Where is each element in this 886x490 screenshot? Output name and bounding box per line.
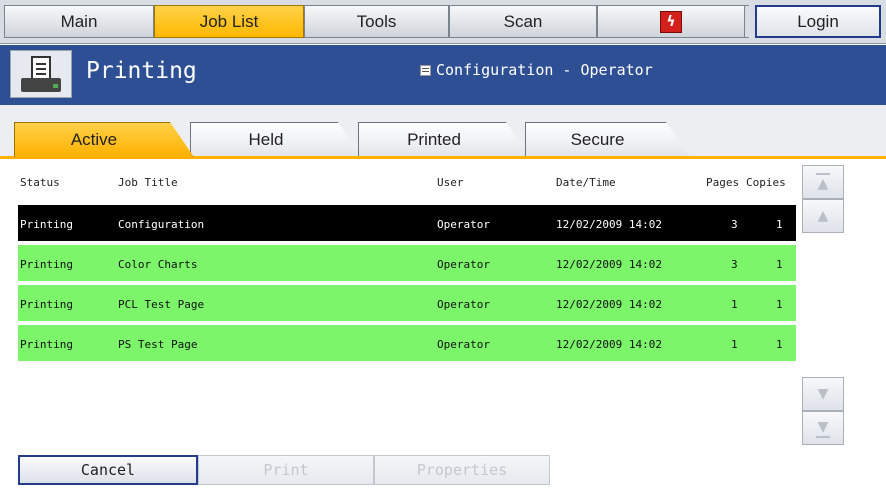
cell-date-time: 12/02/2009 14:02 — [556, 338, 662, 351]
printer-icon — [10, 50, 72, 98]
nav-main-button[interactable]: Main — [4, 5, 154, 38]
cell-status: Printing — [20, 298, 73, 311]
nav-tools-button[interactable]: Tools — [304, 5, 449, 38]
cell-date-time: 12/02/2009 14:02 — [556, 298, 662, 311]
scroll-up-button[interactable]: ▲ — [802, 199, 844, 233]
column-header-date-time: Date/Time — [556, 176, 616, 189]
up-arrow-icon: ▲ — [817, 208, 829, 224]
cell-status: Printing — [20, 338, 73, 351]
nav-fiery-button[interactable]: ϟ — [597, 5, 745, 38]
cell-copies: 1 — [776, 298, 783, 311]
mode-label: Configuration - Operator — [436, 61, 653, 79]
cell-status: Printing — [20, 258, 73, 271]
nav-spacer — [745, 5, 749, 38]
cell-job-title: PS Test Page — [118, 338, 198, 351]
cell-date-time: 12/02/2009 14:02 — [556, 258, 662, 271]
title-bar: Printing Configuration - Operator — [0, 45, 886, 105]
cell-pages: 1 — [731, 298, 738, 311]
table-row[interactable]: Printing Configuration Operator 12/02/20… — [18, 205, 796, 243]
scroll-top-button[interactable]: ▲ — [802, 165, 844, 199]
scroll-bottom-bar-icon — [816, 435, 830, 438]
cell-copies: 1 — [776, 218, 783, 231]
print-button[interactable]: Print — [198, 455, 374, 485]
cell-user: Operator — [437, 258, 490, 271]
properties-button[interactable]: Properties — [374, 455, 550, 485]
cell-job-title: Configuration — [118, 218, 205, 231]
cell-user: Operator — [437, 298, 490, 311]
scroll-top-arrow-icon: ▲ — [817, 175, 829, 192]
cell-job-title: PCL Test Page — [118, 298, 205, 311]
page-title: Printing — [86, 58, 197, 84]
column-header-copies: Copies — [746, 176, 786, 189]
scroll-down-button[interactable]: ▼ — [802, 377, 844, 411]
cell-pages: 3 — [731, 218, 738, 231]
table-row[interactable]: Printing PS Test Page Operator 12/02/200… — [18, 325, 796, 363]
scroll-bottom-arrow-icon: ▼ — [817, 418, 829, 435]
cancel-button[interactable]: Cancel — [18, 455, 198, 485]
cell-copies: 1 — [776, 338, 783, 351]
down-arrow-icon: ▼ — [817, 386, 829, 402]
cell-pages: 1 — [731, 338, 738, 351]
document-icon — [420, 64, 431, 76]
fiery-icon: ϟ — [660, 10, 682, 33]
column-header-user: User — [437, 176, 464, 189]
cell-user: Operator — [437, 218, 490, 231]
top-navigation: Main Job List Tools Scan ϟ Login — [0, 0, 886, 44]
nav-job-list-button[interactable]: Job List — [154, 5, 304, 38]
cell-pages: 3 — [731, 258, 738, 271]
column-header-pages: Pages — [706, 176, 740, 189]
cell-job-title: Color Charts — [118, 258, 198, 271]
nav-scan-button[interactable]: Scan — [449, 5, 597, 38]
column-header-job-title: Job Title — [118, 176, 178, 189]
tab-secure[interactable]: Secure — [525, 122, 690, 157]
column-header-status: Status — [20, 176, 60, 189]
cell-status: Printing — [20, 218, 73, 231]
scroll-top-bar-icon — [816, 172, 830, 175]
tab-active[interactable]: Active — [14, 122, 194, 157]
tab-printed[interactable]: Printed — [358, 122, 530, 157]
scroll-bottom-button[interactable]: ▼ — [802, 411, 844, 445]
cell-copies: 1 — [776, 258, 783, 271]
mode-indicator: Configuration - Operator — [420, 61, 653, 79]
cell-user: Operator — [437, 338, 490, 351]
table-row[interactable]: Printing Color Charts Operator 12/02/200… — [18, 245, 796, 283]
tab-held[interactable]: Held — [190, 122, 362, 157]
login-button[interactable]: Login — [755, 5, 881, 38]
table-row[interactable]: Printing PCL Test Page Operator 12/02/20… — [18, 285, 796, 323]
cell-date-time: 12/02/2009 14:02 — [556, 218, 662, 231]
